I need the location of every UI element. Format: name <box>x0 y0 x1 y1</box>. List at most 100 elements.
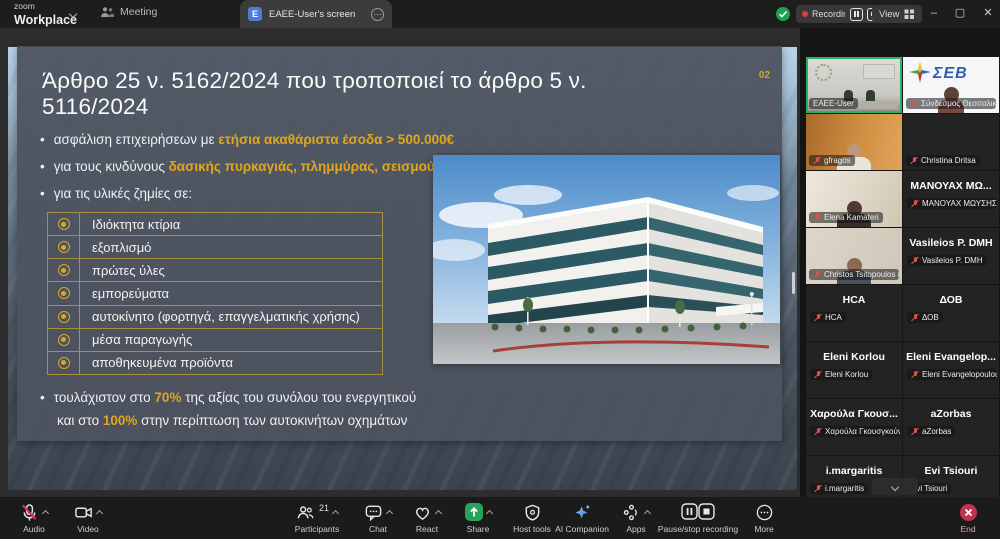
video-tile[interactable]: HCA HCA <box>806 285 902 341</box>
meeting-tab[interactable]: Meeting <box>100 6 157 18</box>
video-tile[interactable]: Χαρούλα Γκουσ... Χαρούλα Γκουσγκούνη <box>806 399 902 455</box>
muted-mic-icon <box>813 270 821 279</box>
more-button[interactable]: More <box>742 499 786 537</box>
muted-mic-icon <box>814 427 822 436</box>
slide-title: Άρθρο 25 ν. 5162/2024 που τροποποιεί το … <box>42 68 682 120</box>
maximize-icon[interactable]: ▢ <box>952 6 968 22</box>
table-row: αυτοκίνητο (φορτηγά, επαγγελματικής χρήσ… <box>48 306 382 329</box>
react-options-chevron[interactable] <box>435 510 442 517</box>
slide-bullet: για τις υλικές ζημίες σε: <box>40 186 192 201</box>
participants-button[interactable]: 21 Participants <box>282 499 352 537</box>
tab-shared-screen[interactable]: E EAEE-User's screen ⋯ <box>240 0 392 28</box>
shared-screen-area: Άρθρο 25 ν. 5162/2024 που τροποποιεί το … <box>0 28 800 497</box>
audio-button[interactable]: Audio <box>6 499 62 537</box>
participant-label: gfragos <box>809 155 855 166</box>
table-row: Ιδιόκτητα κτίρια <box>48 213 382 236</box>
table-row: πρώτες ύλες <box>48 259 382 282</box>
participant-name: Eleni Evangelop... <box>903 351 999 363</box>
muted-mic-icon <box>911 199 919 208</box>
video-tile[interactable]: EAEE-User <box>806 57 902 113</box>
table-row: μέσα παραγωγής <box>48 329 382 352</box>
apps-icon <box>622 503 641 522</box>
muted-mic-icon <box>20 503 39 522</box>
pause-recording-icon[interactable] <box>850 8 863 21</box>
app-name: zoom <box>14 2 77 11</box>
participant-label: Vasileios P. DMH <box>907 255 987 266</box>
muted-mic-icon <box>911 256 919 265</box>
chat-options-chevron[interactable] <box>386 510 393 517</box>
video-tile[interactable]: Eleni Korlou Eleni Korlou <box>806 342 902 398</box>
chat-bubble-icon <box>364 503 383 522</box>
muted-mic-icon <box>911 370 919 379</box>
titlebar: zoom Workplace Meeting E EAEE-User's scr… <box>0 0 1000 28</box>
participant-label: EAEE-User <box>809 98 858 109</box>
collapse-gallery-button[interactable] <box>872 478 918 495</box>
pause-stop-recording-button[interactable]: Pause/stop recording <box>652 499 744 537</box>
slide-footer-line1: τουλάχιστον στο 70% της αξίας του συνόλο… <box>40 390 416 405</box>
participant-name: Eleni Korlou <box>806 351 902 363</box>
view-button[interactable]: View <box>872 5 922 23</box>
muted-mic-icon <box>813 156 821 165</box>
video-tile[interactable]: Vasileios P. DMH Vasileios P. DMH <box>903 228 999 284</box>
video-tile[interactable]: gfragos <box>806 114 902 170</box>
video-tile[interactable]: ΔΟΒ ΔΟΒ <box>903 285 999 341</box>
minimize-icon[interactable]: – <box>926 6 942 22</box>
encryption-shield-icon[interactable] <box>776 7 790 21</box>
video-options-chevron[interactable] <box>96 510 103 517</box>
sidebar-resize-handle[interactable] <box>792 272 795 294</box>
tab-title: EAEE-User's screen <box>269 9 364 20</box>
participant-name: Evi Tsiouri <box>903 465 999 477</box>
gallery-grid-icon <box>904 9 915 20</box>
video-tile[interactable]: ΜΑΝΟΥΑΧ ΜΩ... ΜΑΝΟΥΑΧ ΜΩΥΣΗΣ <box>903 171 999 227</box>
video-tile[interactable]: Eleni Evangelop... Eleni Evangelopoulou <box>903 342 999 398</box>
share-options-chevron[interactable] <box>485 510 492 517</box>
people-icon <box>100 6 114 18</box>
video-tile[interactable]: ΣΕΒ Σύνδεσμος Θεσσαλικ.. <box>903 57 999 113</box>
video-tile[interactable]: Christos Tsitopoulos (S.. <box>806 228 902 284</box>
audio-options-chevron[interactable] <box>42 510 49 517</box>
video-tile[interactable]: aZorbas aZorbas <box>903 399 999 455</box>
table-row: εξοπλισμό <box>48 236 382 259</box>
share-button[interactable]: Share <box>452 499 504 537</box>
room-logo-icon <box>815 64 832 81</box>
video-tile[interactable]: Christina Dritsa <box>903 114 999 170</box>
participants-count: 21 <box>319 503 329 513</box>
participant-label: ΜΑΝΟΥΑΧ ΜΩΥΣΗΣ <box>907 198 997 209</box>
participants-options-chevron[interactable] <box>332 510 339 517</box>
react-button[interactable]: React <box>402 499 452 537</box>
slide-items-table: Ιδιόκτητα κτίρια εξοπλισμό πρώτες ύλες ε… <box>47 212 383 375</box>
bullet-ring-icon <box>58 264 70 276</box>
muted-mic-icon <box>911 427 919 436</box>
table-row: εμπορεύματα <box>48 282 382 305</box>
apps-options-chevron[interactable] <box>644 510 651 517</box>
muted-mic-icon <box>814 370 822 379</box>
bullet-ring-icon <box>58 218 70 230</box>
participant-label: ΔΟΒ <box>907 312 943 323</box>
share-screen-icon <box>465 503 483 521</box>
end-x-icon <box>960 504 977 521</box>
muted-mic-icon <box>910 99 918 108</box>
muted-mic-icon <box>813 213 821 222</box>
participant-label: HCA <box>810 312 846 323</box>
end-meeting-button[interactable]: End <box>946 499 990 537</box>
participant-name: Χαρούλα Γκουσ... <box>806 408 902 420</box>
shield-icon <box>523 503 542 522</box>
video-button[interactable]: Video <box>62 499 114 537</box>
participant-label: Eleni Evangelopoulou <box>907 369 997 380</box>
workspace-switcher[interactable]: zoom Workplace <box>14 2 77 29</box>
tab-menu-icon[interactable]: ⋯ <box>371 8 384 21</box>
participant-name: HCA <box>806 294 902 306</box>
muted-mic-icon <box>814 313 822 322</box>
presentation-slide: Άρθρο 25 ν. 5162/2024 που τροποποιεί το … <box>17 46 782 441</box>
participants-panel: EAEE-User ΣΕΒ Σύνδεσμος Θεσσαλικ.. gfrag… <box>800 28 1000 497</box>
participant-name: ΜΑΝΟΥΑΧ ΜΩ... <box>903 180 999 192</box>
participant-label: Christina Dritsa <box>906 155 980 166</box>
chat-button[interactable]: Chat <box>352 499 404 537</box>
more-ellipsis-icon <box>755 503 774 522</box>
close-icon[interactable]: ✕ <box>980 6 996 22</box>
table-row: αποθηκευμένα προϊόντα <box>48 352 382 374</box>
ai-companion-button[interactable]: AI Companion <box>550 499 614 537</box>
video-tile[interactable]: Elena Kamateri <box>806 171 902 227</box>
participant-label: Σύνδεσμος Θεσσαλικ.. <box>906 98 996 109</box>
stheb-logo-text: ΣΕΒ <box>933 65 968 83</box>
